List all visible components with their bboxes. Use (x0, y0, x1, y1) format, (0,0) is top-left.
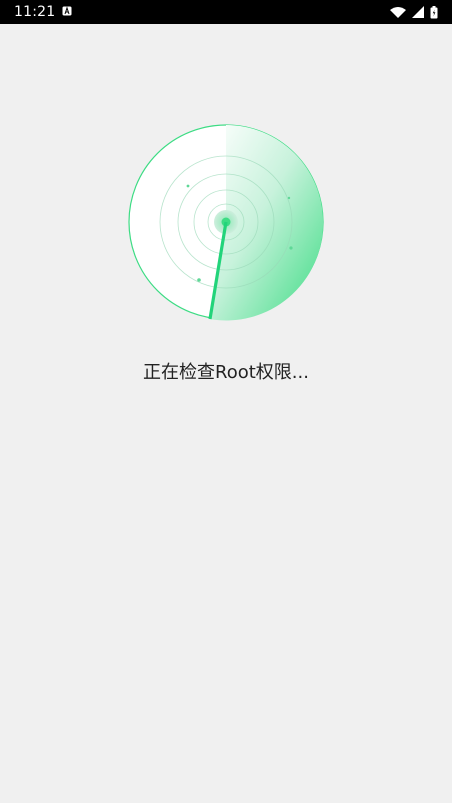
wifi-icon (390, 7, 406, 18)
battery-icon (430, 5, 438, 18)
status-time: 11:21 (14, 4, 56, 20)
notification-a-icon (62, 6, 72, 16)
status-bar: 11:21 (0, 0, 452, 24)
radar-scanner (128, 124, 324, 321)
scan-status-text: 正在检查Root权限... (143, 362, 309, 383)
cell-signal-icon (412, 6, 424, 18)
status-icons (390, 5, 438, 19)
